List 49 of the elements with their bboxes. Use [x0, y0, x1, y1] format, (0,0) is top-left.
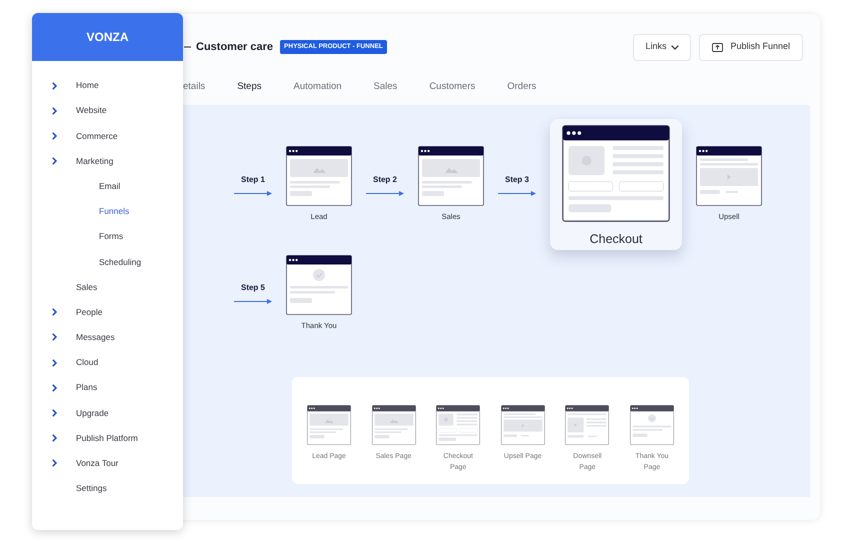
sidebar-item[interactable]: Home: [32, 73, 183, 98]
page-mockup-drawing: [372, 405, 416, 446]
arrow-icon: [366, 190, 404, 196]
sidebar-subitem[interactable]: Email: [32, 174, 183, 199]
page-title: Customer care: [196, 40, 274, 55]
page-mockup-drawing: [565, 405, 610, 446]
sidebar-item[interactable]: Messages: [32, 324, 183, 350]
publish-icon: [712, 42, 724, 52]
arrow-icon: [234, 190, 272, 196]
sidebar-item[interactable]: Publish Platform: [32, 426, 183, 451]
sidebar-item[interactable]: People: [32, 300, 183, 325]
page-mockup-drawing: [630, 405, 674, 446]
sidebar-item[interactable]: Vonza Tour: [32, 450, 183, 476]
page-mockup-drawing: [436, 405, 480, 446]
caret-down-icon: [671, 44, 680, 50]
page-mockup-drawing: [307, 405, 351, 446]
page-mockup-drawing: [500, 405, 545, 446]
tab[interactable]: Orders: [507, 80, 536, 94]
step-label: Step 3: [504, 174, 529, 186]
links-dropdown-button[interactable]: Links: [633, 34, 692, 60]
page-mockup-drawing: [418, 146, 484, 206]
step-label: Step 1: [240, 174, 265, 186]
sidebar-item[interactable]: Marketing: [32, 148, 183, 174]
tab[interactable]: Automation: [293, 80, 342, 94]
tab[interactable]: Sales: [374, 80, 398, 94]
sidebar-item[interactable]: Plans: [32, 375, 183, 400]
sidebar-subitem[interactable]: Forms: [32, 224, 183, 250]
sidebar-subitem[interactable]: Funnels: [32, 198, 183, 224]
page-mockup-drawing: [696, 146, 762, 206]
publish-funnel-button[interactable]: Publish Funnel: [699, 34, 803, 60]
sidebar-item[interactable]: Settings: [32, 476, 183, 502]
sidebar-item[interactable]: Sales: [32, 274, 183, 300]
step-card[interactable]: Checkout: [550, 119, 682, 250]
tab[interactable]: Customers: [429, 80, 476, 94]
page-mockup-drawing: [286, 146, 352, 206]
step-name: Checkout: [590, 231, 642, 248]
tab[interactable]: etails: [183, 80, 206, 94]
step-label: Step 5: [240, 282, 265, 294]
sidebar-subitem[interactable]: Scheduling: [32, 249, 183, 274]
sidebar-item[interactable]: Commerce: [32, 123, 183, 149]
tab[interactable]: Steps: [237, 80, 262, 94]
step-label: Step 2: [372, 174, 397, 186]
brand-logo: VONZA: [86, 29, 128, 46]
page-mockup-drawing: [286, 255, 352, 315]
arrow-icon: [234, 299, 272, 304]
arrow-icon: [498, 190, 536, 196]
sidebar-item[interactable]: Upgrade: [32, 400, 183, 426]
sidebar-item[interactable]: Cloud: [32, 350, 183, 376]
sidebar-item[interactable]: Website: [32, 98, 183, 124]
